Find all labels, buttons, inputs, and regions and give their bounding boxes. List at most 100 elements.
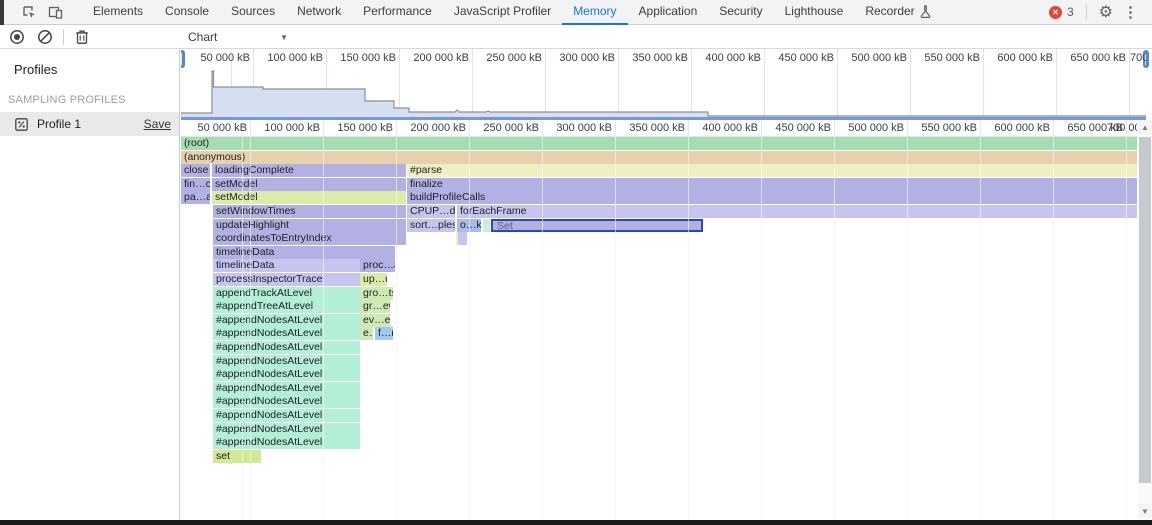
overview-axis-label: 400 000 kB [705, 52, 761, 64]
overview-axis-label: 700 000 kB [1130, 52, 1146, 64]
panel-tabs: Elements ConsoleSourcesNetwork Performance… [82, 0, 942, 25]
tab-label: JavaScript Profiler [454, 4, 551, 18]
flame-bar-e-[interactable]: e… [360, 327, 373, 340]
flame-bar-proc-ata[interactable]: proc…ata [360, 259, 395, 272]
memory-ruler: 50 000 kB100 000 kB150 000 kB200 000 kB2… [181, 120, 1138, 137]
tab-network[interactable]: Network [286, 0, 352, 25]
flame-bar-timelinedata[interactable]: timelineData [213, 246, 395, 259]
window-edge [0, 0, 4, 25]
tab-console[interactable]: Console [154, 0, 220, 25]
ruler-axis-label: 50 000 kB [197, 122, 247, 134]
ruler-axis-label: 400 000 kB [702, 122, 758, 134]
flame-bar-set[interactable]: set [213, 450, 261, 463]
flame-bar-set[interactable]: Set [491, 219, 703, 232]
ruler-axis-label: 700 000 kB [1107, 122, 1137, 134]
settings-gear-icon[interactable]: ⚙ [1099, 2, 1113, 22]
tab-application[interactable]: Application [628, 0, 709, 25]
tab-sources[interactable]: Sources [220, 0, 286, 25]
memory-chart-panel: 50 000 kB100 000 kB150 000 kB200 000 kB2… [181, 49, 1152, 520]
flame-row: (anonymous) [181, 151, 1138, 164]
more-options-icon[interactable]: ⋮ [1123, 3, 1138, 21]
flame-bar--appendnodesatlevel[interactable]: #appendNodesAtLevel [213, 382, 360, 395]
scrollbar-thumb[interactable] [1139, 137, 1151, 483]
scroll-up-icon[interactable]: ▲ [1138, 120, 1152, 134]
flame-bar-fin-ce[interactable]: fin…ce [181, 178, 210, 191]
flame-bar-sort-ples[interactable]: sort…ples [407, 219, 455, 232]
inspect-element-icon[interactable] [20, 3, 38, 21]
ruler-axis-label: 550 000 kB [921, 122, 977, 134]
flame-row: #appendNodesAtLevel [181, 341, 1138, 354]
flame-bar-setmodel[interactable]: setModel [212, 191, 406, 204]
flame-bar-fragment[interactable] [458, 232, 467, 245]
save-profile-link[interactable]: Save [144, 117, 171, 131]
flame-bar--root-[interactable]: (root) [181, 137, 1137, 150]
flame-bar-cpup-del[interactable]: CPUP…del [407, 205, 455, 218]
error-count: 3 [1067, 5, 1074, 19]
flame-row: (root) [181, 137, 1138, 150]
window-bottom-edge [0, 520, 1152, 525]
flame-row: #appendNodesAtLevel [181, 355, 1138, 368]
flame-bar-updatehighlight[interactable]: updateHighlight [213, 219, 406, 232]
tab-elements[interactable]: Elements [82, 0, 154, 25]
flame-bar-foreachframe[interactable]: forEachFrame [457, 205, 1137, 218]
tab-memory[interactable]: Memory [562, 0, 627, 25]
chevron-down-icon: ▼ [280, 33, 288, 42]
tab-label: Application [639, 4, 698, 18]
flame-bar-close[interactable]: close [181, 164, 210, 177]
flame-bar-processinspectortrace[interactable]: processInspectorTrace [213, 273, 360, 286]
flame-bar--appendnodesatlevel[interactable]: #appendNodesAtLevel [213, 314, 360, 327]
flame-chart[interactable]: (root)(anonymous)closeloadingComplete#pa… [181, 137, 1138, 520]
tabbar-right-controls: ✕ 3 ⚙ ⋮ [1049, 2, 1152, 22]
flame-bar--appendnodesatlevel[interactable]: #appendNodesAtLevel [213, 409, 360, 422]
record-heap-profile-button[interactable] [8, 28, 26, 46]
flame-bar-gr-ew[interactable]: gr…ew [360, 300, 390, 313]
overview-left-handle[interactable] [181, 50, 185, 68]
flame-bar-up-up[interactable]: up…up [360, 273, 387, 286]
sampling-profiles-section-label: SAMPLING PROFILES [0, 77, 179, 112]
flame-bar--appendtreeatlevel[interactable]: #appendTreeAtLevel [213, 300, 360, 313]
profile-item-profile-1[interactable]: Profile 1 Save [0, 112, 179, 136]
flame-bar--appendnodesatlevel[interactable]: #appendNodesAtLevel [213, 423, 360, 436]
flame-bar--appendnodesatlevel[interactable]: #appendNodesAtLevel [213, 355, 360, 368]
flame-bar--anonymous-[interactable]: (anonymous) [181, 151, 1137, 164]
flame-bar--appendnodesatlevel[interactable]: #appendNodesAtLevel [213, 341, 360, 354]
error-count-badge[interactable]: ✕ 3 [1049, 5, 1074, 19]
memory-overview-chart[interactable]: 50 000 kB100 000 kB150 000 kB200 000 kB2… [181, 49, 1152, 120]
clear-profiles-button[interactable] [36, 28, 54, 46]
tab-lighthouse[interactable]: Lighthouse [774, 0, 855, 25]
tab-security[interactable]: Security [708, 0, 773, 25]
flame-bar--parse[interactable]: #parse [407, 164, 1137, 177]
flame-bar-setmodel[interactable]: setModel [212, 178, 406, 191]
scroll-down-icon[interactable]: ▼ [1138, 504, 1152, 518]
flame-bar-coordinatestoentryindex[interactable]: coordinatesToEntryIndex [213, 232, 406, 245]
flame-bar-buildprofilecalls[interactable]: buildProfileCalls [407, 191, 1137, 204]
device-toolbar-icon[interactable] [46, 3, 64, 21]
tab-javascript-profiler[interactable]: JavaScript Profiler [443, 0, 562, 25]
flame-bar-gro-ts[interactable]: gro…ts [360, 287, 393, 300]
flame-bar-setwindowtimes[interactable]: setWindowTimes [213, 205, 406, 218]
flame-bar-f-r[interactable]: f…r [375, 327, 393, 340]
flame-bar-appendtrackatlevel[interactable]: appendTrackAtLevel [213, 287, 360, 300]
flame-bar--appendnodesatlevel[interactable]: #appendNodesAtLevel [213, 368, 360, 381]
flame-bar-pa-at[interactable]: pa…at [181, 191, 210, 204]
flame-bar-loadingcomplete[interactable]: loadingComplete [212, 164, 406, 177]
overview-axis-label: 200 000 kB [413, 52, 469, 64]
flame-row: updateHighlightsort…pleso…k Set [181, 219, 1138, 232]
tab-performance[interactable]: Performance [352, 0, 443, 25]
flame-bar-fragment[interactable] [483, 219, 490, 232]
flame-bar--appendnodesatlevel[interactable]: #appendNodesAtLevel [213, 395, 360, 408]
flame-bar-finalize[interactable]: finalize [407, 178, 1137, 191]
flame-bar--appendnodesatlevel[interactable]: #appendNodesAtLevel [213, 436, 360, 449]
view-mode-select[interactable]: Chart ▼ [188, 27, 292, 47]
ruler-axis-label: 600 000 kB [994, 122, 1050, 134]
flame-bar-o-k[interactable]: o…k [457, 219, 481, 232]
vertical-scrollbar[interactable]: ▲ ▼ [1138, 120, 1152, 520]
tab-label: Performance [363, 4, 432, 18]
flame-bar--appendnodesatlevel[interactable]: #appendNodesAtLevel [213, 327, 360, 340]
tab-label: Elements [93, 4, 143, 18]
flame-bar-ev-ew[interactable]: ev…ew [360, 314, 390, 327]
delete-profile-trash-icon[interactable] [73, 28, 91, 46]
flame-bar-timelinedata[interactable]: timelineData [213, 259, 360, 272]
overview-axis-label: 150 000 kB [340, 52, 396, 64]
tab-recorder[interactable]: Recorder [854, 0, 941, 25]
